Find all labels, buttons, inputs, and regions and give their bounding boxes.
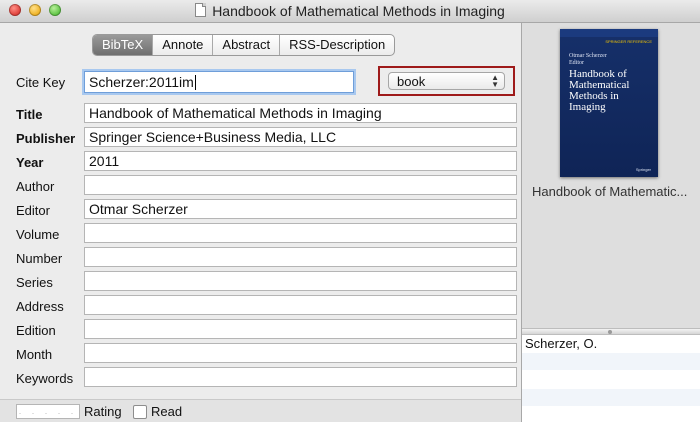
- author-label: Author: [16, 179, 55, 194]
- citekey-input[interactable]: Scherzer:2011im: [84, 71, 354, 93]
- document-icon: [195, 3, 207, 17]
- keywords-field[interactable]: [84, 367, 517, 387]
- split-handle[interactable]: [522, 328, 700, 335]
- editor-field[interactable]: Otmar Scherzer: [84, 199, 517, 219]
- citekey-label: Cite Key: [16, 75, 66, 90]
- publisher-label: Publisher: [16, 131, 76, 146]
- tab-annote-label: Annote: [162, 37, 204, 52]
- entry-type-value: book: [397, 74, 426, 89]
- entry-type-select[interactable]: book ▲ ▼: [388, 72, 505, 90]
- number-field[interactable]: [84, 247, 517, 267]
- file-preview: SPRINGER REFERENCE Otmar Scherzer Editor…: [522, 23, 700, 328]
- cover-caption: Handbook of Mathematic...: [532, 184, 688, 199]
- title-label: Title: [16, 107, 43, 122]
- cover-top-band: [560, 29, 658, 37]
- preview-pane: SPRINGER REFERENCE Otmar Scherzer Editor…: [522, 23, 700, 422]
- citekey-value: Scherzer:2011im: [89, 74, 194, 90]
- text-caret: [194, 75, 196, 90]
- tab-rss-description[interactable]: RSS-Description: [279, 35, 394, 55]
- window-title-area: Handbook of Mathematical Methods in Imag…: [0, 3, 700, 19]
- year-label: Year: [16, 155, 44, 170]
- tab-annote[interactable]: Annote: [152, 35, 212, 55]
- keywords-label: Keywords: [16, 371, 74, 386]
- series-field[interactable]: [84, 271, 517, 291]
- month-field[interactable]: [84, 343, 517, 363]
- series-label: Series: [16, 275, 53, 290]
- tab-rss-description-label: RSS-Description: [289, 37, 386, 52]
- year-field[interactable]: 2011: [84, 151, 517, 171]
- empty-row: [522, 371, 700, 389]
- authors-table: Scherzer, O.: [522, 335, 700, 422]
- volume-label: Volume: [16, 227, 60, 242]
- edition-field[interactable]: [84, 319, 517, 339]
- tab-bibtex-label: BibTeX: [102, 37, 144, 52]
- window-title: Handbook of Mathematical Methods in Imag…: [212, 3, 505, 19]
- cover-title: Handbook of Mathematical Methods in Imag…: [569, 68, 630, 113]
- editor-tabs: BibTeX Annote Abstract RSS-Description: [92, 34, 396, 56]
- cover-role: Editor: [569, 60, 584, 66]
- entry-type-highlight: book ▲ ▼: [378, 66, 515, 96]
- tab-abstract[interactable]: Abstract: [212, 35, 279, 55]
- title-field[interactable]: Handbook of Mathematical Methods in Imag…: [84, 103, 517, 123]
- address-label: Address: [16, 299, 64, 314]
- cover-author: Otmar Scherzer: [569, 53, 607, 59]
- address-field[interactable]: [84, 295, 517, 315]
- bottom-bar: . . . . . Rating Read: [0, 399, 521, 422]
- updown-arrows-icon: ▲ ▼: [491, 73, 499, 89]
- tab-bibtex[interactable]: BibTeX: [93, 35, 153, 55]
- publisher-field[interactable]: Springer Science+Business Media, LLC: [84, 127, 517, 147]
- month-label: Month: [16, 347, 53, 362]
- number-label: Number: [16, 251, 63, 266]
- cover-author-block: Otmar Scherzer Editor: [569, 53, 607, 67]
- author-field[interactable]: [84, 175, 517, 195]
- title-bar: Handbook of Mathematical Methods in Imag…: [0, 0, 700, 23]
- cover-publisher: Springer: [635, 167, 651, 172]
- empty-row: [522, 389, 700, 407]
- rating-label: Rating: [84, 404, 122, 419]
- editor-pane: BibTeX Annote Abstract RSS-Description C…: [0, 23, 521, 422]
- editor-label: Editor: [16, 203, 50, 218]
- empty-row: [522, 353, 700, 371]
- book-cover-thumbnail[interactable]: SPRINGER REFERENCE Otmar Scherzer Editor…: [560, 29, 658, 177]
- author-row[interactable]: Scherzer, O.: [522, 335, 700, 353]
- read-label: Read: [151, 404, 183, 419]
- empty-row: [522, 407, 700, 422]
- read-checkbox[interactable]: [133, 405, 147, 419]
- volume-field[interactable]: [84, 223, 517, 243]
- edition-label: Edition: [16, 323, 56, 338]
- tab-abstract-label: Abstract: [222, 37, 271, 52]
- split-handle-dot-icon: [608, 330, 612, 334]
- rating-control[interactable]: . . . . .: [16, 404, 80, 419]
- cover-series-text: SPRINGER REFERENCE: [605, 39, 652, 44]
- app-window: Handbook of Mathematical Methods in Imag…: [0, 0, 700, 422]
